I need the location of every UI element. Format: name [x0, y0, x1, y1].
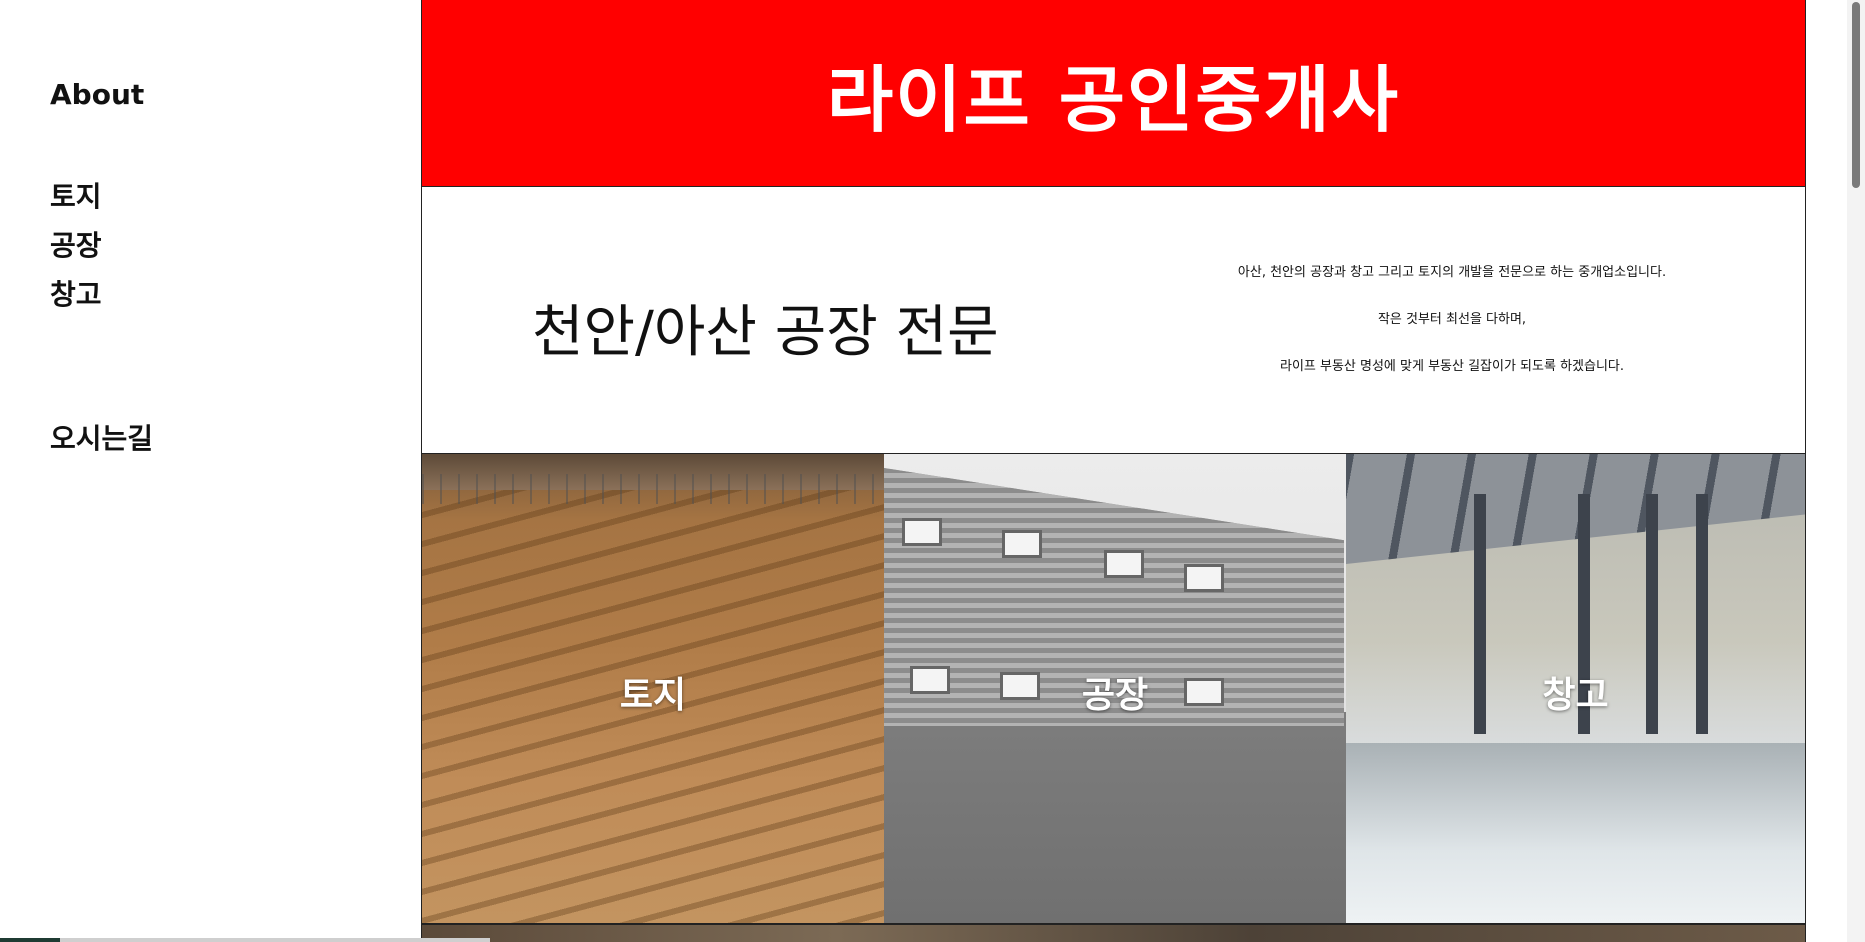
- nav-warehouse-link[interactable]: 창고: [50, 278, 102, 312]
- land-tile[interactable]: 토지: [422, 454, 884, 923]
- scrollbar-thumb[interactable]: [1852, 2, 1860, 188]
- nav-about-link[interactable]: About: [50, 78, 144, 112]
- site-title: 라이프 공인중개사: [827, 57, 1400, 142]
- horizontal-scrollbar-thumb[interactable]: [0, 938, 60, 942]
- factory-window: [1104, 550, 1144, 578]
- nav-land-link[interactable]: 토지: [50, 180, 102, 214]
- next-section-preview: [422, 923, 1805, 942]
- factory-tile[interactable]: 공장: [884, 454, 1346, 923]
- sidebar-nav: About 토지 공장 창고 오시는길: [0, 0, 420, 942]
- intro-title: 천안/아산 공장 전문: [532, 300, 999, 365]
- category-tiles: 토지 공장 창고: [422, 454, 1805, 923]
- page: About 토지 공장 창고 오시는길 라이프 공인중개사 천안/아산 공장 전…: [0, 0, 1865, 942]
- site-header: 라이프 공인중개사: [422, 0, 1805, 187]
- factory-tile-label: 공장: [1081, 675, 1149, 716]
- intro-line: 라이프 부동산 명성에 맞게 부동산 길잡이가 되도록 하겠습니다.: [1279, 359, 1625, 374]
- warehouse-photo-roof: [1346, 454, 1805, 564]
- land-tile-label: 토지: [619, 675, 687, 716]
- factory-window: [902, 518, 942, 546]
- intro-description: 아산, 천안의 공장과 창고 그리고 토지의 개발을 전문으로 하는 중개업소입…: [1202, 263, 1702, 404]
- vertical-scrollbar[interactable]: [1847, 0, 1865, 942]
- land-photo-fence: [422, 474, 884, 504]
- nav-directions-link[interactable]: 오시는길: [50, 422, 153, 456]
- intro-section: 천안/아산 공장 전문 아산, 천안의 공장과 창고 그리고 토지의 개발을 전…: [422, 187, 1805, 454]
- warehouse-tile-label: 창고: [1542, 675, 1609, 716]
- horizontal-scrollbar[interactable]: [0, 938, 490, 942]
- factory-window: [1184, 564, 1224, 592]
- factory-window: [1002, 530, 1042, 558]
- warehouse-photo-floor: [1346, 743, 1805, 923]
- nav-factory-link[interactable]: 공장: [50, 229, 102, 263]
- intro-line: 아산, 천안의 공장과 창고 그리고 토지의 개발을 전문으로 하는 중개업소입…: [1237, 265, 1667, 280]
- main-content: 라이프 공인중개사 천안/아산 공장 전문 아산, 천안의 공장과 창고 그리고…: [421, 0, 1806, 942]
- intro-line: 작은 것부터 최선을 다하며,: [1377, 312, 1527, 327]
- warehouse-tile[interactable]: 창고: [1346, 454, 1805, 923]
